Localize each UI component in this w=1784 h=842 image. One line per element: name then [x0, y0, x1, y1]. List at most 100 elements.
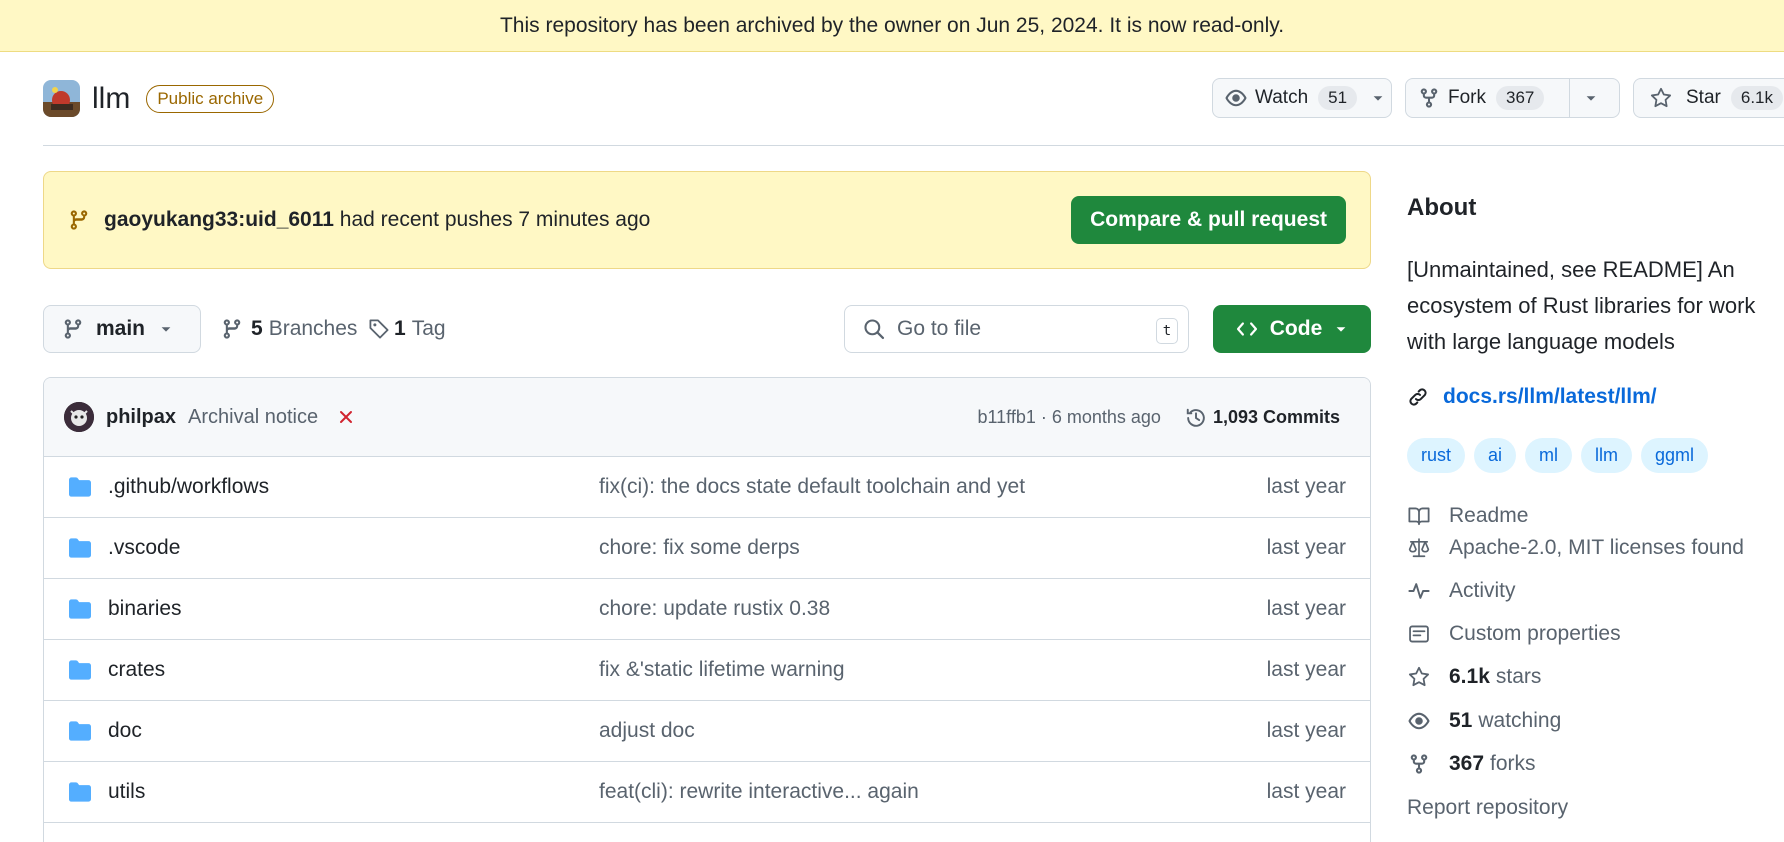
repo-forked-icon — [1420, 88, 1438, 108]
file-commit-message[interactable]: adjust doc — [599, 719, 695, 743]
topic-tag[interactable]: rust — [1407, 438, 1466, 473]
code-icon — [1236, 322, 1257, 336]
topics-list: rust ai ml llm ggml — [1407, 438, 1709, 473]
star-label: Star — [1686, 87, 1721, 108]
fork-count: 367 — [1496, 86, 1545, 110]
public-archive-badge: Public archive — [146, 84, 275, 113]
archive-banner-text: This repository has been archived by the… — [499, 13, 1285, 37]
topic-tag[interactable]: llm — [1581, 438, 1633, 473]
file-row[interactable]: .vscode chore: fix some derps last year — [44, 518, 1370, 579]
file-row[interactable]: crates fix &'static lifetime warning last … — [44, 640, 1370, 701]
homepage-url: docs.rs/llm/latest/llm/ — [1443, 385, 1657, 408]
folder-icon — [69, 721, 91, 741]
commit-author[interactable]: philpax — [106, 406, 176, 429]
file-list: philpax Archival notice b11ffb1 · 6 mont… — [43, 377, 1371, 842]
tags-link[interactable]: 1 Tag — [368, 305, 446, 353]
file-row[interactable]: binaries chore: update rustix 0.38 last ye… — [44, 579, 1370, 640]
code-button-label: Code — [1269, 317, 1323, 340]
branches-link[interactable]: 5 Branches — [221, 305, 357, 353]
folder-icon — [69, 660, 91, 680]
note-icon — [1409, 625, 1429, 643]
folder-icon — [69, 599, 91, 619]
repo-forked-icon — [1410, 754, 1428, 774]
custom-properties-link[interactable]: Custom properties — [1407, 622, 1621, 646]
book-icon — [1408, 507, 1430, 526]
file-row[interactable]: doc adjust doc last year — [44, 701, 1370, 762]
file-commit-time: last year — [1266, 475, 1346, 498]
author-avatar[interactable] — [64, 402, 94, 432]
file-commit-message[interactable]: fix &'static lifetime warning — [599, 658, 845, 682]
fork-dropdown[interactable] — [1569, 79, 1619, 117]
file-toolbar: main 5 Branches 1 Tag Go to file t Code — [43, 305, 1371, 353]
commits-link[interactable]: 1,093 Commits — [1185, 407, 1340, 429]
repo-header: llm Public archive — [43, 80, 275, 117]
fork-label: Fork — [1448, 87, 1486, 108]
star-button[interactable]: Star 6.1k — [1633, 78, 1784, 118]
about-title: About — [1407, 194, 1477, 221]
tags-count: 1 — [394, 317, 406, 340]
file-name[interactable]: crates — [108, 658, 165, 682]
eye-icon — [1408, 712, 1430, 730]
topic-tag[interactable]: ggml — [1641, 438, 1709, 473]
file-name[interactable]: .vscode — [108, 536, 180, 560]
push-notice-text: had recent pushes 7 minutes ago — [339, 208, 651, 231]
git-branch-icon — [64, 319, 82, 339]
commits-count: 1,093 — [1212, 407, 1258, 427]
file-commit-message[interactable]: feat(cli): rewrite interactive... again — [599, 780, 919, 804]
caret-down-icon — [161, 327, 171, 332]
branch-selector[interactable]: main — [43, 305, 201, 353]
caret-down-icon — [1586, 96, 1596, 101]
file-name[interactable]: .github/workflows — [108, 475, 269, 499]
search-icon — [864, 319, 885, 340]
commit-message[interactable]: Archival notice — [188, 406, 318, 429]
compare-pull-request-button[interactable]: Compare & pull request — [1071, 196, 1346, 244]
topic-tag[interactable]: ml — [1525, 438, 1573, 473]
file-commit-time: last year — [1266, 658, 1346, 681]
file-commit-message[interactable]: fix(ci): the docs state default toolchai… — [599, 475, 1025, 499]
watch-count: 51 — [1318, 86, 1358, 110]
report-repository-link[interactable]: Report repository — [1407, 796, 1568, 820]
topic-tag[interactable]: ai — [1474, 438, 1517, 473]
caret-down-icon — [1373, 96, 1383, 101]
x-fail-icon[interactable] — [338, 409, 354, 425]
readme-link[interactable]: Readme — [1407, 504, 1528, 528]
branch-name: main — [96, 317, 146, 340]
homepage-link[interactable]: docs.rs/llm/latest/llm/ — [1407, 385, 1657, 409]
search-shortcut-key: t — [1156, 318, 1178, 344]
file-name[interactable]: doc — [108, 719, 142, 743]
file-commit-time: last year — [1266, 536, 1346, 559]
star-icon — [1650, 87, 1672, 108]
activity-link[interactable]: Activity — [1407, 579, 1516, 603]
link-icon — [1409, 388, 1427, 406]
file-row[interactable]: .github/workflows fix(ci): the docs state… — [44, 457, 1370, 518]
pushed-branch-name[interactable]: gaoyukang33:uid_6011 — [104, 208, 334, 231]
latest-commit-bar: philpax Archival notice b11ffb1 · 6 mont… — [44, 378, 1370, 457]
watch-label: Watch — [1255, 87, 1309, 108]
file-commit-message[interactable]: chore: fix some derps — [599, 536, 800, 560]
repo-name[interactable]: llm — [92, 82, 130, 116]
star-icon — [1408, 666, 1430, 687]
stars-link[interactable]: 6.1k stars — [1407, 665, 1541, 689]
repo-owner-avatar[interactable] — [43, 80, 80, 117]
folder-icon — [69, 477, 91, 497]
caret-down-icon — [1336, 327, 1346, 332]
fork-button[interactable]: Fork 367 — [1405, 78, 1620, 118]
watch-button[interactable]: Watch 51 — [1212, 78, 1392, 118]
file-name[interactable]: utils — [108, 780, 145, 804]
license-link[interactable]: Apache-2.0, MIT licenses found — [1407, 536, 1744, 560]
go-to-file-search[interactable]: Go to file t — [844, 305, 1189, 353]
commit-hash-time[interactable]: b11ffb1 · 6 months ago — [977, 407, 1160, 428]
file-row[interactable]: utils feat(cli): rewrite interactive... a… — [44, 762, 1370, 823]
git-branch-icon — [70, 210, 88, 230]
branches-label: Branches — [268, 317, 358, 340]
git-branch-icon — [223, 319, 241, 339]
file-commit-time: last year — [1266, 719, 1346, 742]
file-name[interactable]: binaries — [108, 597, 182, 621]
forks-link[interactable]: 367 forks — [1407, 752, 1536, 776]
watching-link[interactable]: 51 watching — [1407, 709, 1561, 733]
archive-banner: This repository has been archived by the… — [0, 0, 1784, 52]
file-commit-time: last year — [1266, 597, 1346, 620]
file-commit-message[interactable]: chore: update rustix 0.38 — [599, 597, 830, 621]
branches-count: 5 — [251, 317, 263, 340]
code-button[interactable]: Code — [1213, 305, 1371, 353]
